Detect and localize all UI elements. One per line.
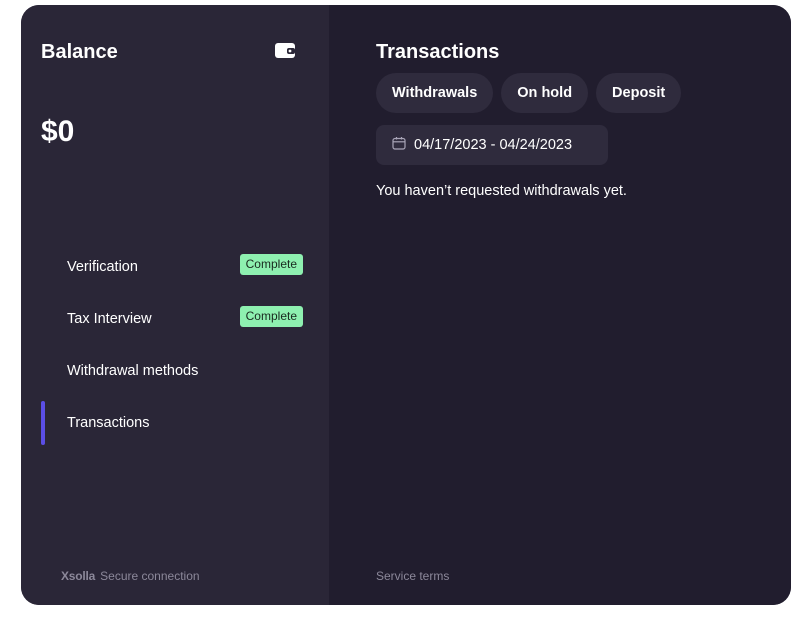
service-terms-link[interactable]: Service terms	[376, 569, 449, 583]
active-indicator	[41, 401, 45, 445]
sidebar-nav: Verification Complete Tax Interview Comp…	[41, 241, 311, 449]
tab-on-hold[interactable]: On hold	[501, 73, 589, 113]
sidebar-item-withdrawal-methods[interactable]: Withdrawal methods	[41, 345, 311, 397]
calendar-icon	[392, 136, 406, 155]
sidebar: Balance $0 Verification Complete Tax Int…	[21, 5, 329, 605]
sidebar-item-label: Withdrawal methods	[67, 363, 199, 379]
main-panel: Transactions Withdrawals On hold Deposit…	[329, 5, 791, 605]
sidebar-item-transactions[interactable]: Transactions	[41, 397, 311, 449]
date-range-picker[interactable]: 04/17/2023 - 04/24/2023	[376, 125, 608, 165]
status-badge: Complete	[239, 306, 303, 328]
xsolla-logo: Xsolla	[61, 569, 96, 583]
status-badge: Complete	[239, 254, 303, 276]
page-title: Transactions	[376, 41, 500, 63]
sidebar-item-label: Tax Interview	[67, 311, 152, 327]
transaction-tabs: Withdrawals On hold Deposit	[376, 73, 682, 113]
sidebar-item-label: Transactions	[67, 415, 150, 431]
secure-footer: Xsolla Secure connection	[61, 569, 200, 583]
balance-title: Balance	[41, 41, 118, 63]
secure-connection-text: Secure connection	[100, 569, 200, 583]
payout-window: Balance $0 Verification Complete Tax Int…	[21, 5, 791, 605]
balance-amount: $0	[41, 115, 75, 148]
tab-deposit[interactable]: Deposit	[596, 73, 682, 113]
tab-withdrawals[interactable]: Withdrawals	[376, 73, 494, 113]
date-range-value: 04/17/2023 - 04/24/2023	[414, 137, 573, 153]
sidebar-item-tax-interview[interactable]: Tax Interview Complete	[41, 293, 311, 345]
wallet-icon[interactable]	[275, 42, 295, 59]
empty-state-message: You haven’t requested withdrawals yet.	[376, 183, 627, 199]
sidebar-item-label: Verification	[67, 259, 138, 275]
sidebar-item-verification[interactable]: Verification Complete	[41, 241, 311, 293]
